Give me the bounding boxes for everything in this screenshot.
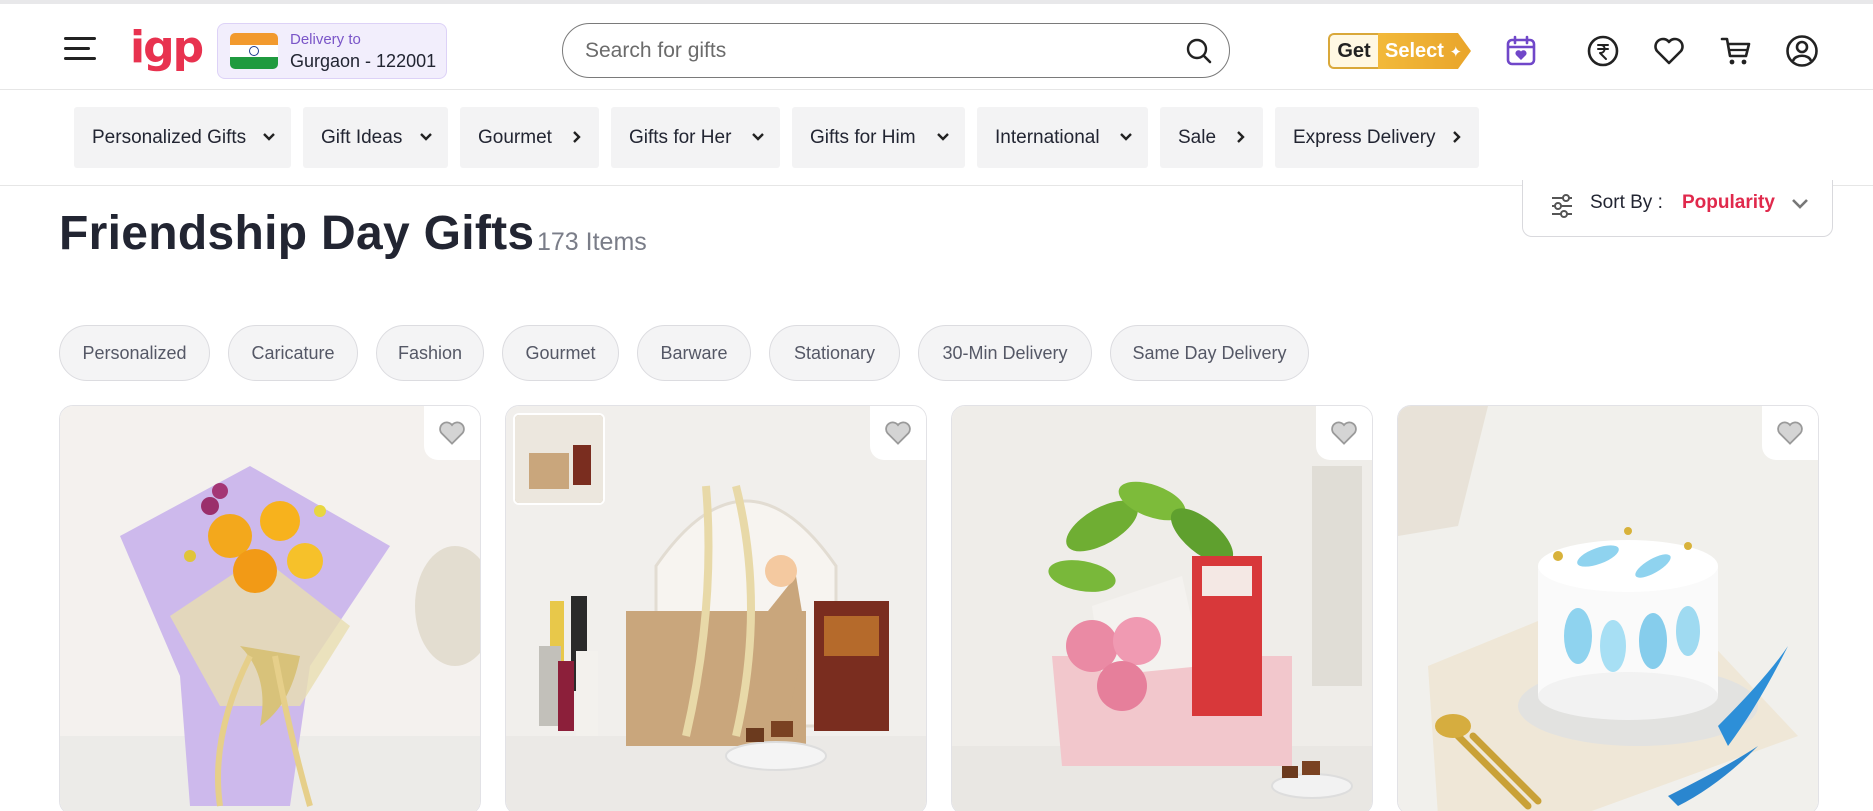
search-icon[interactable] [1185,37,1213,65]
nav-label: Personalized Gifts [92,127,247,148]
get-select-membership-button[interactable]: Get Select ✦ [1328,33,1471,69]
chevron-down-icon [937,133,949,141]
filter-chip-personalized[interactable]: Personalized [59,325,210,381]
nav-label: Gifts for Her [629,127,732,148]
chevron-down-icon [263,133,275,141]
filter-chip-gourmet[interactable]: Gourmet [502,325,619,381]
wishlist-button[interactable] [870,406,926,460]
filter-chip-30-min-delivery[interactable]: 30-Min Delivery [918,325,1092,381]
product-image-plant-roses [952,406,1372,811]
chevron-down-icon [1120,133,1132,141]
nav-label: Gourmet [478,127,552,148]
filter-chip-barware[interactable]: Barware [637,325,751,381]
delivery-location-selector[interactable]: Delivery to Gurgaon - 122001 [217,23,447,79]
product-card[interactable] [505,405,927,811]
igp-logo[interactable]: igp [130,24,204,72]
delivery-label: Delivery to [290,31,361,48]
nav-gifts-for-her[interactable]: Gifts for Her [611,107,780,168]
nav-gourmet[interactable]: Gourmet [460,107,599,168]
item-count: 173 Items [537,228,647,256]
wishlist-button[interactable] [1316,406,1372,460]
category-nav: Personalized Gifts Gift Ideas Gourmet Gi… [0,90,1873,186]
india-flag-icon [230,33,278,69]
cart-icon[interactable] [1719,34,1753,68]
nav-label: Gifts for Him [810,127,916,148]
product-image-flower-bouquet [60,406,480,811]
nav-label: Express Delivery [1293,127,1436,148]
product-thumbnail[interactable] [513,413,605,505]
heart-icon [1331,421,1357,445]
top-header: igp Delivery to Gurgaon - 122001 Get Sel… [0,0,1873,90]
get-select-get-label: Get [1328,33,1378,69]
nav-international[interactable]: International [977,107,1148,168]
filter-chip-caricature[interactable]: Caricature [228,325,358,381]
nav-gifts-for-him[interactable]: Gifts for Him [792,107,965,168]
nav-express-delivery[interactable]: Express Delivery [1275,107,1479,168]
nav-gift-ideas[interactable]: Gift Ideas [303,107,448,168]
nav-label: Gift Ideas [321,127,403,148]
search-input[interactable] [585,36,1145,66]
heart-icon [885,421,911,445]
chevron-right-icon [573,131,581,143]
wishlist-button[interactable] [424,406,480,460]
nav-label: Sale [1178,127,1217,148]
nav-personalized-gifts[interactable]: Personalized Gifts [74,107,291,168]
get-select-select-label: Select ✦ [1378,33,1471,69]
chevron-right-icon [1453,131,1461,143]
wishlist-button[interactable] [1762,406,1818,460]
heart-icon [439,421,465,445]
product-card[interactable] [59,405,481,811]
chevron-down-icon [752,133,764,141]
wishlist-heart-icon[interactable] [1652,34,1686,68]
product-card[interactable] [951,405,1373,811]
chevron-down-icon [1792,199,1808,209]
calendar-reminder-icon[interactable] [1504,34,1538,68]
chevron-right-icon [1237,131,1245,143]
heart-icon [1777,421,1803,445]
nav-sale[interactable]: Sale [1160,107,1263,168]
filter-sliders-icon [1552,194,1572,218]
menu-icon[interactable] [64,37,96,61]
search-bar [562,23,1230,78]
user-account-icon[interactable] [1785,34,1819,68]
sort-value: Popularity [1682,192,1775,213]
filter-chip-same-day-delivery[interactable]: Same Day Delivery [1110,325,1309,381]
nav-label: International [995,127,1100,148]
page-title: Friendship Day Gifts [59,207,535,260]
sort-dropdown[interactable]: Sort By : Popularity [1522,180,1833,237]
product-card[interactable] [1397,405,1819,811]
filter-chip-fashion[interactable]: Fashion [376,325,484,381]
chevron-down-icon [420,133,432,141]
filter-chip-stationary[interactable]: Stationary [769,325,900,381]
sort-label: Sort By : [1590,192,1663,213]
product-image-cake [1398,406,1818,811]
currency-rupee-icon[interactable] [1586,34,1620,68]
sparkle-icon: ✦ [1449,44,1463,61]
delivery-location: Gurgaon - 122001 [290,51,437,71]
